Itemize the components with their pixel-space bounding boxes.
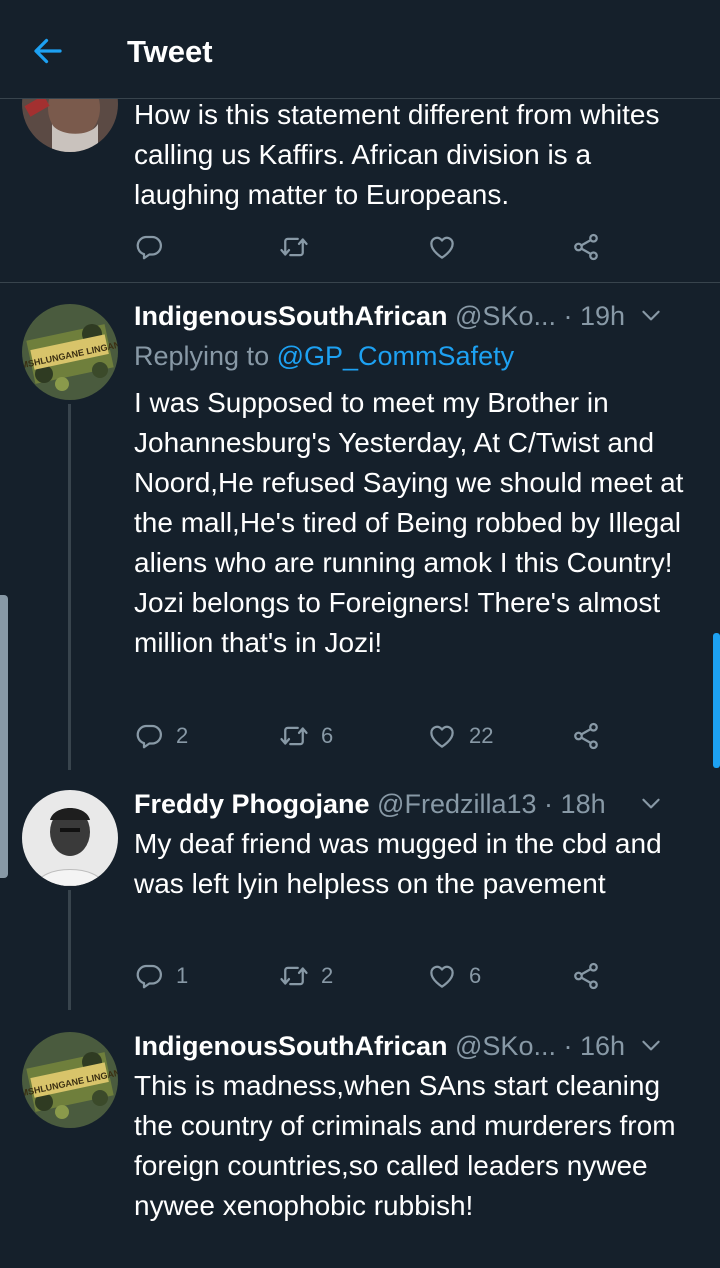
top-bar: Tweet bbox=[0, 0, 720, 99]
retweet-count: 6 bbox=[321, 723, 334, 748]
reply-icon bbox=[134, 961, 164, 991]
retweet-button[interactable] bbox=[279, 227, 309, 267]
retweet-icon bbox=[279, 721, 309, 751]
reply-button[interactable]: 1 bbox=[134, 956, 188, 996]
share-icon bbox=[571, 961, 601, 991]
tweet-3[interactable]: Freddy Phogojane @Fredzilla13 · 18h My d… bbox=[0, 772, 720, 1012]
reply-icon bbox=[134, 721, 164, 751]
edge-handle[interactable] bbox=[0, 595, 8, 878]
share-icon bbox=[571, 232, 601, 262]
avatar[interactable] bbox=[22, 790, 118, 886]
like-button[interactable]: 6 bbox=[427, 956, 481, 996]
separator-dot: · bbox=[563, 301, 573, 331]
tweet-text: I was Supposed to meet my Brother in Joh… bbox=[134, 387, 684, 658]
avatar[interactable]: UMSHLUNGANE LINGANE bbox=[22, 304, 118, 400]
display-name[interactable]: Freddy Phogojane bbox=[134, 789, 370, 819]
reply-count: 1 bbox=[176, 963, 189, 988]
tweet-actions bbox=[134, 227, 614, 267]
like-button[interactable]: 22 bbox=[427, 716, 493, 756]
separator-dot: · bbox=[563, 1031, 573, 1061]
like-count: 6 bbox=[469, 963, 482, 988]
tweet-actions: 1 2 6 bbox=[134, 956, 614, 996]
separator-dot: · bbox=[544, 789, 554, 819]
like-icon bbox=[427, 961, 457, 991]
like-icon bbox=[427, 721, 457, 751]
reply-button[interactable] bbox=[134, 227, 164, 267]
avatar[interactable]: UMSHLUNGANE LINGANE bbox=[22, 1032, 118, 1128]
share-button[interactable] bbox=[571, 227, 601, 267]
tweet-header: Freddy Phogojane @Fredzilla13 · 18h bbox=[134, 784, 690, 824]
reply-count: 2 bbox=[176, 723, 189, 748]
retweet-icon bbox=[279, 961, 309, 991]
share-icon bbox=[571, 721, 601, 751]
page-title: Tweet bbox=[127, 34, 213, 69]
display-name[interactable]: IndigenousSouthAfrican bbox=[134, 1031, 448, 1061]
chevron-down-icon[interactable] bbox=[638, 790, 664, 816]
reply-button[interactable]: 2 bbox=[134, 716, 188, 756]
retweet-button[interactable]: 2 bbox=[279, 956, 333, 996]
tweet-2[interactable]: UMSHLUNGANE LINGANE IndigenousSouthAfric… bbox=[0, 282, 720, 772]
retweet-button[interactable]: 6 bbox=[279, 716, 333, 756]
back-arrow-icon[interactable] bbox=[30, 33, 66, 69]
share-button[interactable] bbox=[571, 956, 601, 996]
timestamp: 19h bbox=[580, 301, 626, 331]
tweet-header: IndigenousSouthAfrican @SKo... · 19h bbox=[134, 296, 690, 336]
mention-link[interactable]: @GP_CommSafety bbox=[277, 341, 514, 371]
chevron-down-icon[interactable] bbox=[638, 302, 664, 328]
user-handle[interactable]: @SKo... bbox=[455, 1031, 556, 1061]
reply-icon bbox=[134, 232, 164, 262]
like-icon bbox=[427, 232, 457, 262]
retweet-count: 2 bbox=[321, 963, 334, 988]
tweet-actions: 2 6 22 bbox=[134, 716, 614, 756]
like-count: 22 bbox=[469, 723, 494, 748]
tweet-4[interactable]: UMSHLUNGANE LINGANE IndigenousSouthAfric… bbox=[0, 1012, 720, 1268]
user-handle[interactable]: @SKo... bbox=[455, 301, 556, 331]
tweet-text: This is madness,when SAns start cleaning… bbox=[134, 1070, 676, 1221]
timestamp: 16h bbox=[580, 1031, 626, 1061]
chevron-down-icon[interactable] bbox=[638, 1032, 664, 1058]
tweet-text: My deaf friend was mugged in the cbd and… bbox=[134, 828, 662, 899]
timestamp: 18h bbox=[560, 789, 606, 819]
tweet-header: IndigenousSouthAfrican @SKo... · 16h bbox=[134, 1026, 690, 1066]
retweet-icon bbox=[279, 232, 309, 262]
tweet-text: How is this statement different from whi… bbox=[134, 99, 660, 210]
replying-to: Replying to @GP_CommSafety bbox=[134, 336, 514, 376]
display-name[interactable]: IndigenousSouthAfrican bbox=[134, 301, 448, 331]
like-button[interactable] bbox=[427, 227, 457, 267]
share-button[interactable] bbox=[571, 716, 601, 756]
scrollbar[interactable] bbox=[713, 633, 720, 768]
replying-label: Replying to bbox=[134, 341, 270, 371]
user-handle[interactable]: @Fredzilla13 bbox=[377, 789, 536, 819]
